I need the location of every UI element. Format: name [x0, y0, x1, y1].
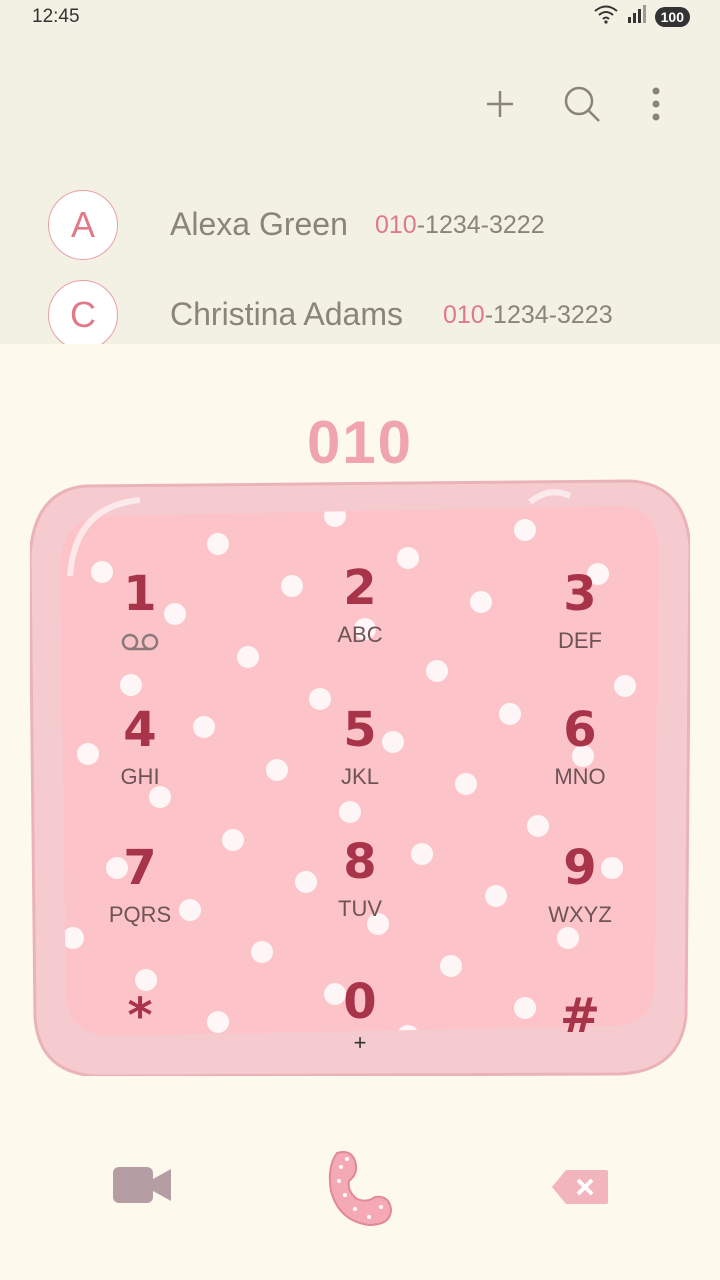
- avatar: C: [48, 280, 118, 344]
- search-button[interactable]: [558, 80, 606, 128]
- key-digit: 9: [563, 840, 597, 896]
- key-letters: ABC: [337, 622, 383, 647]
- contact-number: 010-1234-3222: [375, 211, 545, 240]
- key-letters: TUV: [338, 896, 382, 921]
- contact-row[interactable]: A Alexa Green 010-1234-3222: [0, 190, 720, 270]
- more-vert-icon: [652, 87, 660, 121]
- key-5[interactable]: 5 JKL: [280, 702, 440, 822]
- key-7[interactable]: 7 PQRS: [60, 840, 220, 960]
- status-icons: 100: [593, 4, 690, 29]
- contact-row[interactable]: C Christina Adams 010-1234-3223: [0, 280, 720, 344]
- key-8[interactable]: 8 TUV: [280, 834, 440, 954]
- call-button[interactable]: [320, 1142, 400, 1232]
- key-hash[interactable]: #: [500, 988, 660, 1058]
- number-rest: -1234-3222: [416, 211, 545, 239]
- dialed-number[interactable]: 010: [0, 408, 720, 477]
- number-match: 010: [443, 301, 485, 329]
- avatar: A: [48, 190, 118, 260]
- backspace-button[interactable]: [540, 1155, 620, 1219]
- status-time: 12:45: [32, 6, 80, 27]
- video-call-button[interactable]: [102, 1150, 182, 1220]
- voicemail-icon: [121, 633, 159, 651]
- key-digit: 2: [343, 560, 377, 616]
- key-4[interactable]: 4 GHI: [60, 702, 220, 822]
- key-1[interactable]: 1: [60, 566, 220, 686]
- wifi-icon: [593, 4, 619, 29]
- number-rest: -1234-3223: [484, 301, 613, 329]
- key-0[interactable]: 0 +: [280, 974, 440, 1070]
- number-match: 010: [375, 211, 417, 239]
- key-letters: DEF: [558, 628, 602, 653]
- contact-name: Christina Adams: [170, 296, 403, 332]
- more-options-button[interactable]: [632, 80, 680, 128]
- contact-number: 010-1234-3223: [443, 301, 613, 330]
- keypad-frame: 1 2 ABC 3 DEF 4 GHI 5 JKL 6 MNO 7 PQRS 8…: [28, 476, 692, 1078]
- signal-icon: [627, 5, 647, 28]
- add-contact-button[interactable]: [476, 80, 524, 128]
- key-digit: 8: [343, 834, 377, 890]
- key-letters: +: [353, 1030, 367, 1055]
- key-digit: 6: [563, 702, 597, 758]
- call-icon: [328, 1151, 393, 1227]
- key-digit: 1: [123, 566, 157, 622]
- key-digit: 3: [563, 566, 597, 622]
- key-9[interactable]: 9 WXYZ: [500, 840, 660, 960]
- key-digit: 7: [123, 840, 157, 896]
- key-digit: 0: [343, 974, 377, 1030]
- contact-name: Alexa Green: [170, 206, 348, 242]
- key-letters: PQRS: [108, 902, 172, 927]
- key-letters: WXYZ: [548, 902, 612, 927]
- video-call-icon: [113, 1167, 171, 1203]
- key-letters: GHI: [120, 764, 160, 789]
- key-3[interactable]: 3 DEF: [500, 566, 660, 686]
- key-2[interactable]: 2 ABC: [280, 560, 440, 680]
- key-star[interactable]: *: [60, 988, 220, 1058]
- search-icon: [564, 86, 600, 122]
- key-digit: 5: [343, 702, 377, 758]
- key-letters: JKL: [341, 764, 379, 789]
- key-digit: *: [127, 988, 153, 1044]
- key-digit: #: [559, 988, 601, 1044]
- plus-icon: [487, 91, 513, 117]
- key-digit: 4: [123, 702, 157, 758]
- battery-level: 100: [654, 6, 690, 27]
- contacts-panel: 12:45 100 A Alexa Green 010-1234-3222 C …: [0, 0, 720, 344]
- key-letters: MNO: [554, 764, 606, 789]
- key-6[interactable]: 6 MNO: [500, 702, 660, 822]
- backspace-icon: [552, 1170, 608, 1204]
